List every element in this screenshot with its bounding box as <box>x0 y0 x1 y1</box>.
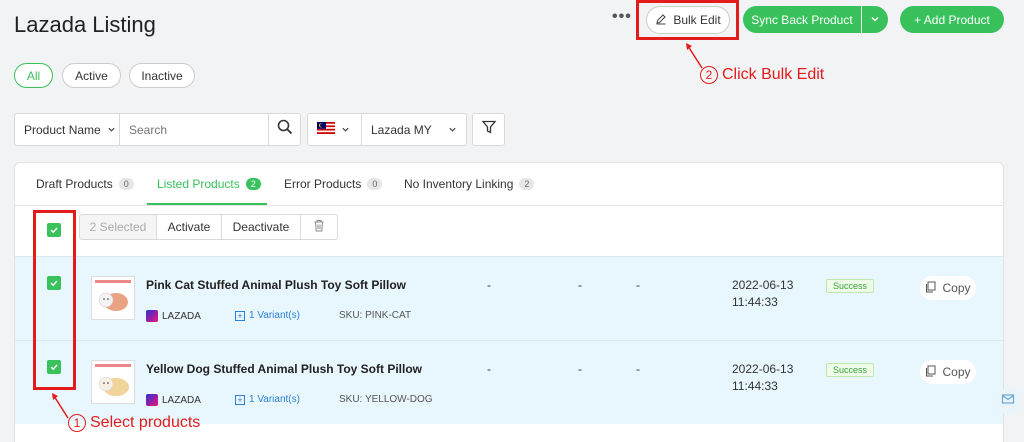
tab-error-products[interactable]: Error Products 0 <box>284 177 383 191</box>
status-badge: Success <box>826 363 875 377</box>
tab-no-inventory-linking[interactable]: No Inventory Linking 2 <box>404 177 535 191</box>
selected-count: 2 Selected <box>79 214 157 240</box>
copy-button[interactable]: Copy <box>920 276 976 300</box>
copy-label: Copy <box>942 281 971 295</box>
table-row[interactable] <box>15 340 1003 424</box>
row-value: - <box>636 362 640 376</box>
malaysia-flag-icon <box>317 121 335 139</box>
row-value: - <box>578 278 582 292</box>
tabs-divider <box>15 205 1003 206</box>
copy-button[interactable]: Copy <box>920 360 976 384</box>
expand-icon: + <box>235 310 245 321</box>
step2-number: 2 <box>700 66 718 84</box>
tab-label: No Inventory Linking <box>404 177 514 191</box>
product-thumbnail <box>91 360 135 404</box>
tab-draft-products[interactable]: Draft Products 0 <box>36 177 134 191</box>
step1-number: 1 <box>68 414 86 432</box>
platform-label: LAZADA <box>146 310 201 322</box>
platform-name: LAZADA <box>162 310 201 322</box>
filter-icon <box>481 119 497 140</box>
lazada-icon <box>146 310 158 322</box>
chevron-down-icon <box>341 121 350 139</box>
status-badge: Success <box>826 279 875 293</box>
chevron-down-icon <box>870 13 880 27</box>
row-value: - <box>487 362 491 376</box>
time-text: 11:44:33 <box>732 295 778 309</box>
tab-label: Error Products <box>284 177 362 191</box>
product-thumbnail <box>91 276 135 320</box>
copy-icon <box>925 281 936 296</box>
product-name[interactable]: Pink Cat Stuffed Animal Plush Toy Soft P… <box>146 278 406 292</box>
variants-link[interactable]: +1 Variant(s) <box>235 394 300 405</box>
bulk-edit-label: Bulk Edit <box>673 13 721 27</box>
filter-pill-active[interactable]: Active <box>62 63 121 88</box>
platform-name: LAZADA <box>162 394 201 406</box>
search-input[interactable] <box>119 113 269 146</box>
trash-icon <box>313 219 325 235</box>
variants-text: 1 Variant(s) <box>249 310 300 321</box>
tab-listed-products[interactable]: Listed Products 2 <box>157 177 261 191</box>
listed-date: 2022-06-13 11:44:33 <box>732 361 793 395</box>
page-title: Lazada Listing <box>14 12 156 37</box>
sync-back-product-button[interactable]: Sync Back Product <box>743 6 861 33</box>
delete-button[interactable] <box>300 214 338 240</box>
search-button[interactable] <box>268 113 301 146</box>
tab-count: 0 <box>367 178 383 190</box>
listed-date: 2022-06-13 11:44:33 <box>732 277 793 311</box>
search-icon <box>277 119 293 140</box>
variants-text: 1 Variant(s) <box>249 394 300 405</box>
date-text: 2022-06-13 <box>732 362 794 376</box>
step1-text: Select products <box>90 414 201 431</box>
step2-text: Click Bulk Edit <box>722 66 825 83</box>
expand-icon: + <box>235 394 245 405</box>
copy-icon <box>925 365 936 380</box>
sku-label: SKU: PINK-CAT <box>339 310 412 321</box>
filter-pill-all[interactable]: All <box>14 63 53 88</box>
tab-count: 2 <box>519 178 535 190</box>
more-options-icon[interactable]: ••• <box>612 8 632 26</box>
search-field-select[interactable]: Product Name <box>14 113 120 146</box>
mail-icon <box>1001 392 1015 411</box>
row-value: - <box>578 362 582 376</box>
country-select[interactable] <box>307 113 362 146</box>
pencil-icon <box>655 13 667 28</box>
chevron-down-icon <box>448 123 457 137</box>
message-float-button[interactable] <box>996 389 1020 413</box>
row-value: - <box>487 278 491 292</box>
row-value: - <box>636 278 640 292</box>
lazada-icon <box>146 394 158 406</box>
deactivate-button[interactable]: Deactivate <box>221 214 301 240</box>
sync-label: Sync Back Product <box>751 12 853 27</box>
date-text: 2022-06-13 <box>732 278 794 292</box>
variants-link[interactable]: +1 Variant(s) <box>235 310 300 321</box>
table-row[interactable] <box>15 256 1003 340</box>
chevron-down-icon <box>107 123 116 137</box>
search-field-label: Product Name <box>24 122 101 137</box>
tab-count: 0 <box>118 178 134 190</box>
sku-label: SKU: YELLOW-DOG <box>339 394 433 405</box>
tab-label: Listed Products <box>157 177 240 191</box>
select-products-highlight <box>33 210 76 390</box>
annotation-step2: 2 Click Bulk Edit <box>700 66 824 84</box>
bulk-edit-button[interactable]: Bulk Edit <box>646 6 730 34</box>
sync-dropdown-toggle[interactable] <box>862 6 888 33</box>
add-product-button[interactable]: + Add Product <box>900 6 1004 33</box>
store-name: Lazada MY <box>371 122 432 137</box>
annotation-step1: 1 Select products <box>68 414 200 432</box>
tab-count: 2 <box>245 178 261 190</box>
time-text: 11:44:33 <box>732 379 778 393</box>
copy-label: Copy <box>942 365 971 379</box>
tab-label: Draft Products <box>36 177 113 191</box>
filter-button[interactable] <box>472 113 505 146</box>
filter-pill-inactive[interactable]: Inactive <box>129 63 195 88</box>
product-name[interactable]: Yellow Dog Stuffed Animal Plush Toy Soft… <box>146 362 422 376</box>
platform-label: LAZADA <box>146 394 201 406</box>
activate-button[interactable]: Activate <box>156 214 222 240</box>
store-select[interactable]: Lazada MY <box>361 113 467 146</box>
